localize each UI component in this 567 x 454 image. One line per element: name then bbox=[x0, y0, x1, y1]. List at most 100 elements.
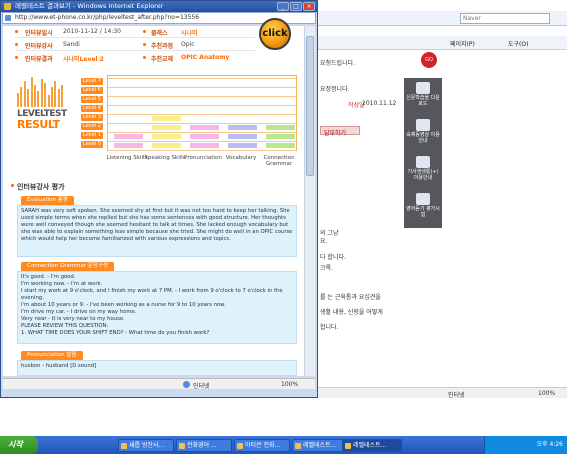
logo-bar bbox=[54, 81, 57, 107]
app-icon bbox=[179, 443, 185, 449]
evaluation-box: SARAH was very soft spoken. She seemed s… bbox=[17, 205, 297, 257]
zone-text: 인터넷 bbox=[448, 392, 465, 399]
grid-line bbox=[108, 78, 296, 79]
close-button[interactable]: × bbox=[303, 2, 315, 11]
logo-bar bbox=[20, 87, 23, 107]
grid-line bbox=[108, 105, 296, 106]
level-badge: Level 0 bbox=[81, 141, 103, 148]
zoom-level[interactable]: 100% bbox=[538, 390, 555, 397]
side-item-newspaper[interactable]: 신문학습을 다운로드 bbox=[406, 80, 440, 114]
level-badge: Level 1 bbox=[81, 132, 103, 139]
grid-line bbox=[108, 114, 296, 115]
bullet-icon bbox=[15, 56, 18, 59]
system-tray: 오후 4:26 bbox=[484, 436, 567, 454]
grid-line bbox=[108, 87, 296, 88]
bg-text: 크록. bbox=[320, 265, 333, 272]
bullet-icon bbox=[15, 30, 18, 33]
popup-title: 레벨테스트 결과보기 - Windows Internet Explorer bbox=[15, 2, 164, 10]
logo-text: RESULT bbox=[17, 118, 60, 131]
minimize-button[interactable]: _ bbox=[277, 2, 289, 11]
chart-bar-segment bbox=[190, 134, 219, 139]
reply-button[interactable]: 답부하기 bbox=[320, 126, 360, 137]
info-value: 2010-11-12 / 14:30 bbox=[63, 28, 121, 35]
headphones-icon bbox=[416, 193, 430, 205]
info-label: 추천과정 bbox=[151, 43, 174, 50]
video-icon bbox=[416, 119, 430, 131]
globe-icon bbox=[183, 381, 190, 388]
side-item-article[interactable]: 기사생생통(+) 이용안내 bbox=[406, 154, 440, 188]
clock: 오후 4:26 bbox=[536, 441, 563, 448]
page-icon bbox=[5, 15, 11, 21]
maximize-button[interactable]: □ bbox=[290, 2, 302, 11]
evaluation-tab: Evaluation 총평 bbox=[21, 196, 74, 205]
chart-category-label: Connection Grammar bbox=[263, 155, 295, 167]
newspaper-icon bbox=[416, 82, 430, 94]
bullet-icon bbox=[15, 43, 18, 46]
click-button[interactable]: click bbox=[259, 18, 291, 50]
chart-bar-segment bbox=[152, 116, 181, 121]
popup-titlebar[interactable]: 레벨테스트 결과보기 - Windows Internet Explorer _… bbox=[1, 1, 317, 12]
chart-bar-segment bbox=[152, 125, 181, 130]
scroll-thumb[interactable] bbox=[306, 36, 314, 176]
taskbar-task[interactable]: 레벨테스트... bbox=[292, 439, 348, 452]
section-title: 인터뷰강사 평가 bbox=[17, 183, 65, 191]
app-icon bbox=[121, 443, 127, 449]
logo-bar bbox=[23, 81, 26, 107]
bg-text: 다 합니다. bbox=[320, 254, 346, 261]
logo-bar bbox=[57, 89, 60, 107]
bg-text: 합니다. bbox=[320, 324, 339, 331]
level-badge: Level 2 bbox=[81, 123, 103, 130]
chart-bar-segment bbox=[266, 125, 295, 130]
taskbar-task[interactable]: 레벨테스트... bbox=[342, 439, 402, 452]
zoom-level[interactable]: 100% bbox=[281, 381, 298, 388]
taskbar-task[interactable]: 아티큰 전화... bbox=[234, 439, 290, 452]
level-badge: Level 3 bbox=[81, 114, 103, 121]
logo-bar bbox=[61, 85, 64, 107]
logo-bar bbox=[17, 93, 19, 107]
grammar-line: I'm about 10 years or 9. - I've been wor… bbox=[21, 302, 226, 308]
divider bbox=[15, 50, 255, 51]
info-label: 인터뷰일시 bbox=[25, 30, 53, 37]
ie-icon bbox=[4, 3, 11, 10]
info-value: Sandi bbox=[63, 41, 80, 48]
grammar-line: It's good. - I'm good. bbox=[21, 274, 76, 280]
bullet-icon bbox=[143, 30, 146, 33]
article-icon bbox=[416, 156, 430, 168]
result-chart bbox=[107, 75, 297, 151]
chart-bar-segment bbox=[266, 134, 295, 139]
chart-bar-segment bbox=[266, 143, 295, 148]
logo-bar bbox=[40, 79, 43, 107]
info-value: 시나미Level 2 bbox=[63, 56, 104, 63]
taskbar-task[interactable]: 전화영어 ... bbox=[176, 439, 232, 452]
chart-bar-segment bbox=[152, 134, 181, 139]
chart-bar-segment bbox=[190, 125, 219, 130]
chart-bar-segment bbox=[228, 134, 257, 139]
chart-bar-segment bbox=[114, 143, 143, 148]
logo-bar bbox=[37, 91, 40, 107]
tools-menu-button[interactable]: 도구(O) bbox=[508, 39, 528, 48]
grammar-line: I'm working now. - I'm at work. bbox=[21, 281, 103, 287]
taskbar-task[interactable]: 새롭 방잔사... bbox=[118, 439, 174, 452]
grid-line bbox=[108, 150, 296, 151]
side-item-homework[interactable]: 숙제동영상 이용안내 bbox=[406, 117, 440, 151]
info-label: 추천교재 bbox=[151, 56, 174, 63]
go-badge-icon[interactable]: GO bbox=[421, 52, 437, 68]
logo-bar bbox=[27, 89, 30, 107]
start-button[interactable]: 시작 bbox=[0, 436, 38, 454]
grammar-line: I'm drive my car. - I drive on my way ho… bbox=[21, 309, 137, 315]
bg-text: 요정정니다. bbox=[320, 86, 350, 93]
search-input[interactable]: Naver bbox=[460, 13, 550, 24]
side-item-listening[interactable]: 영어듣기 평가시험 bbox=[406, 191, 440, 225]
grammar-box: It's good. - I'm good. I'm working now. -… bbox=[17, 271, 297, 344]
popup-url: http://www.et-phone.co.kr/php/leveltest_… bbox=[15, 14, 200, 21]
logo-bar bbox=[30, 77, 33, 107]
grammar-line: Very near - It is very near to my house. bbox=[21, 316, 125, 322]
popup-window: 레벨테스트 결과보기 - Windows Internet Explorer _… bbox=[0, 0, 318, 398]
popup-scrollbar[interactable] bbox=[304, 26, 315, 376]
zone-text: 인터넷 bbox=[193, 383, 210, 390]
info-label: 인터뷰강사 bbox=[25, 43, 53, 50]
grammar-line: I start my work at 9 o'clock, and I fini… bbox=[21, 288, 283, 301]
bg-text: 요. bbox=[320, 238, 328, 245]
bullet-icon bbox=[11, 184, 14, 187]
page-menu-button[interactable]: 페이지(P) bbox=[450, 39, 475, 48]
